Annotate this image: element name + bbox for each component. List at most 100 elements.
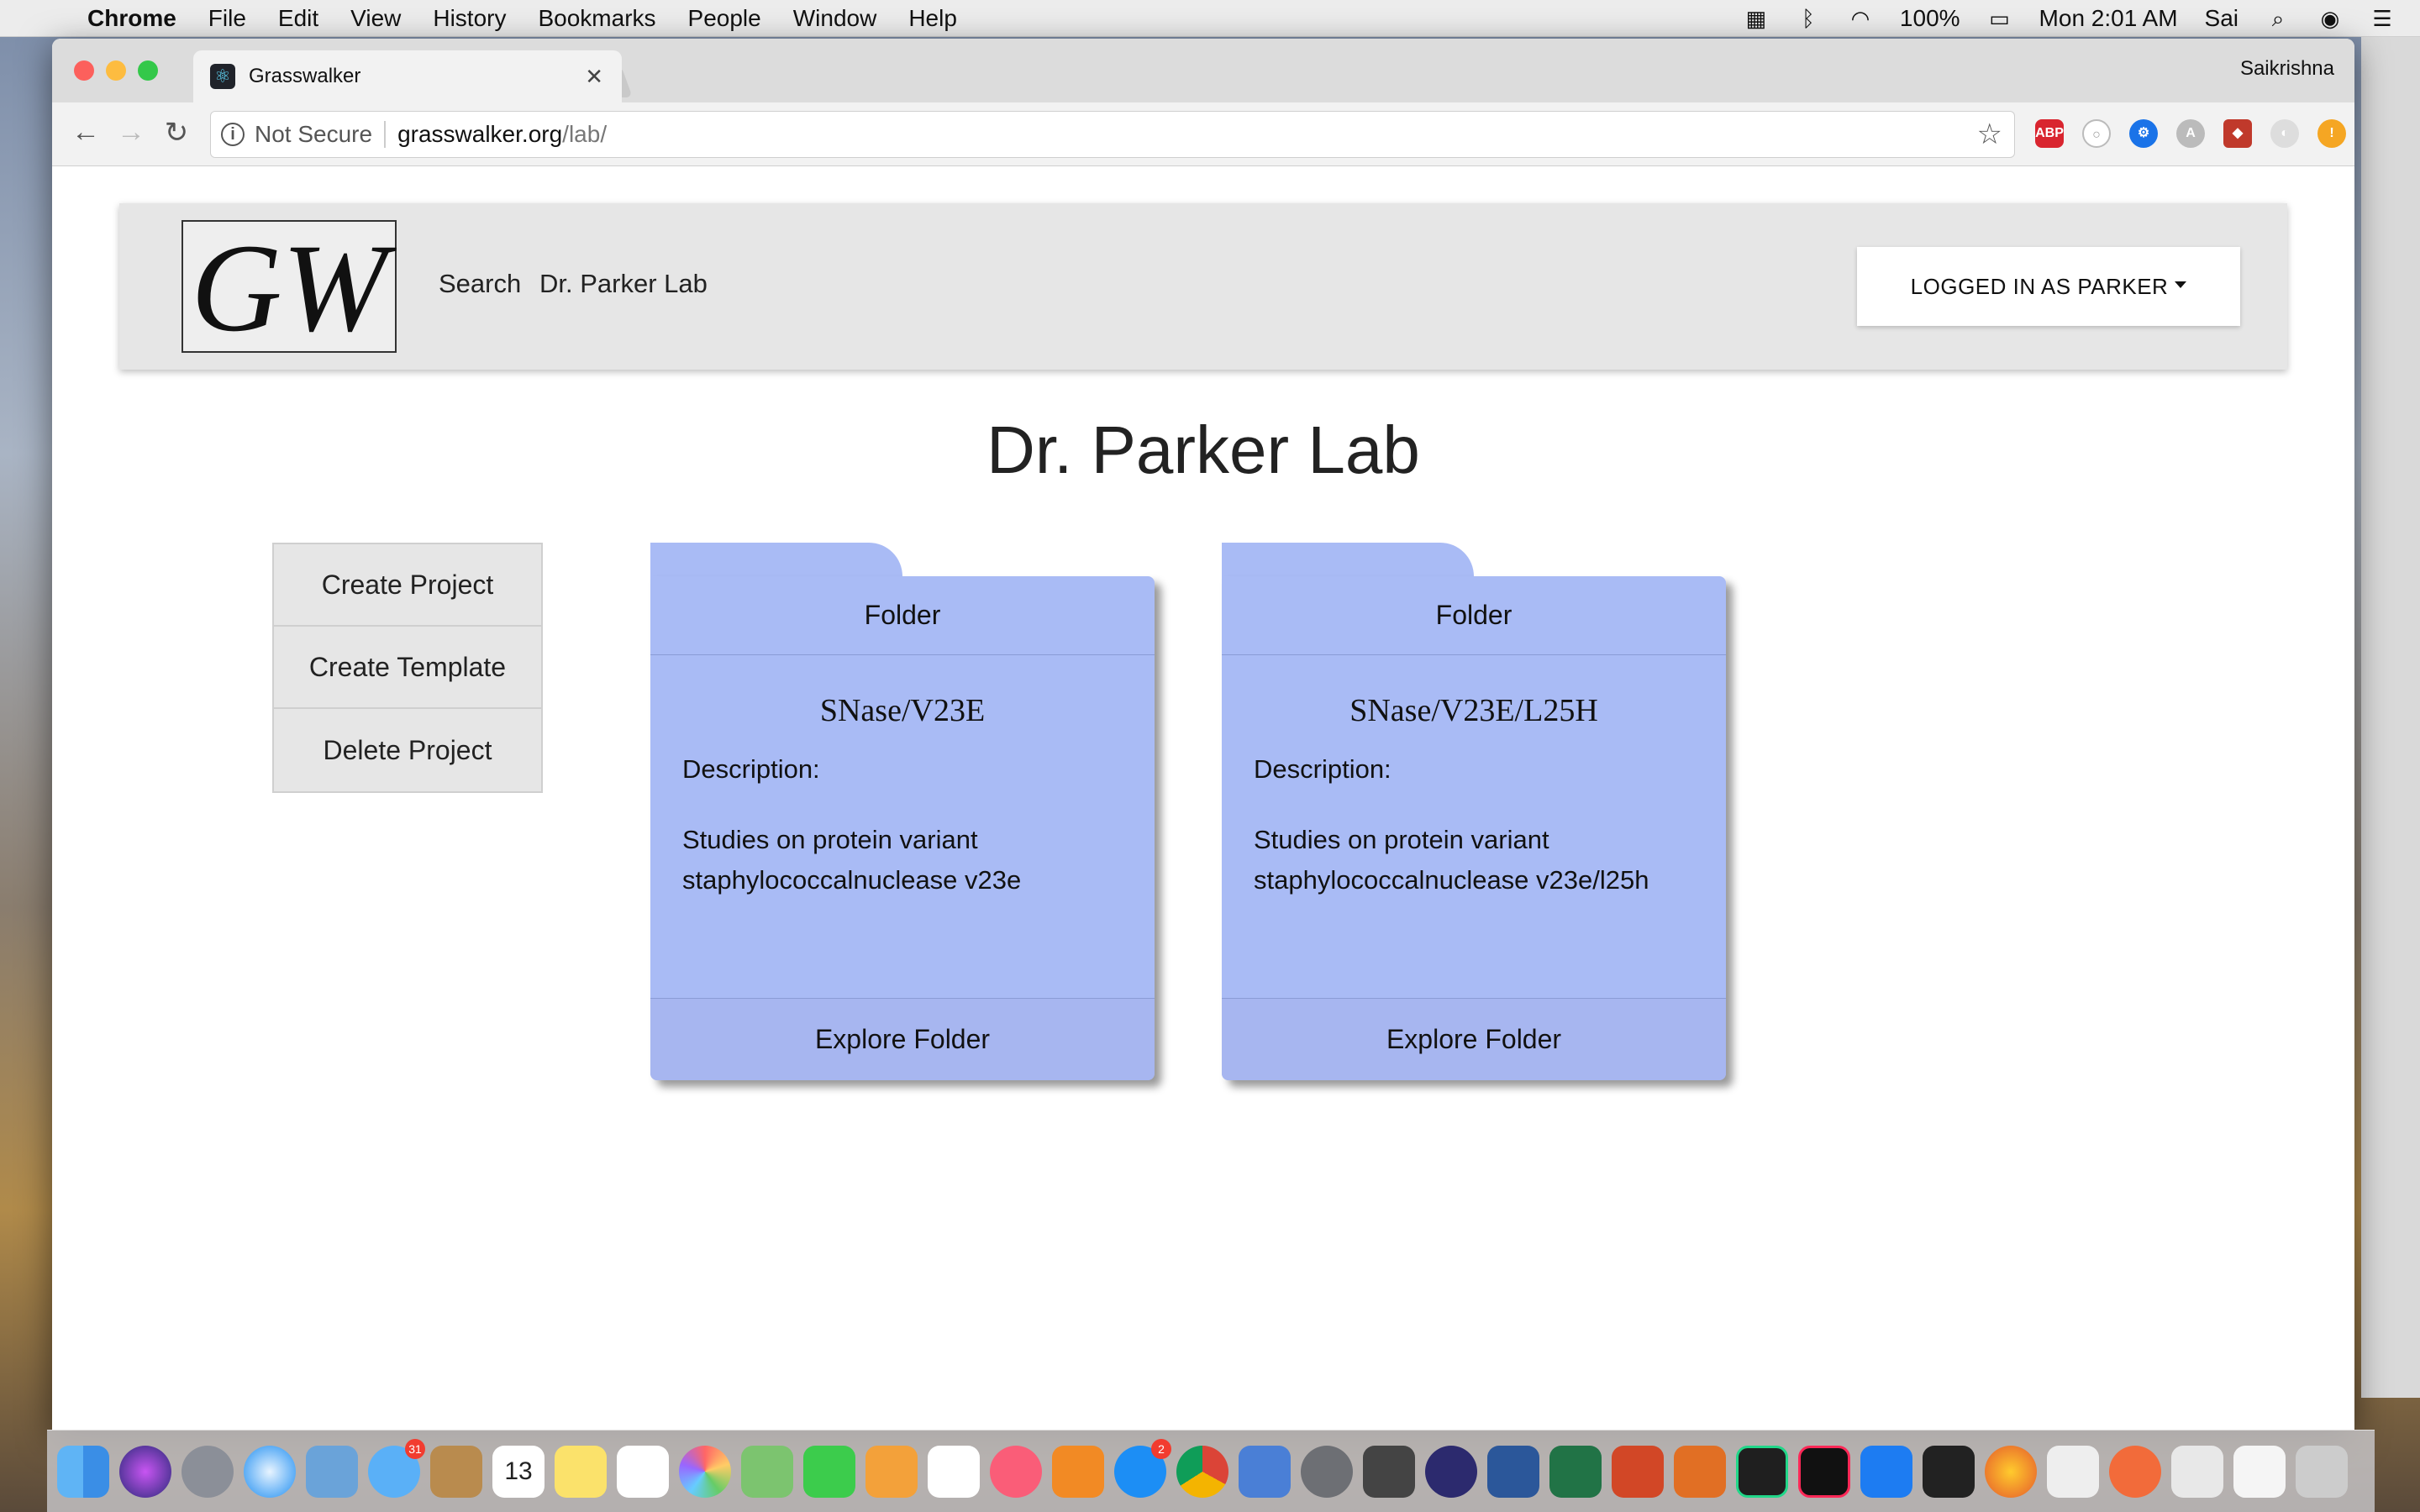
reminders-icon[interactable] bbox=[617, 1445, 669, 1498]
menu-bar: Chrome File Edit View History Bookmarks … bbox=[0, 0, 2420, 37]
spotlight-search-icon[interactable]: ⌕ bbox=[2265, 8, 2291, 29]
dock: 31 13 2 bbox=[47, 1430, 2375, 1512]
eclipse-icon[interactable] bbox=[1425, 1445, 1477, 1498]
document-icon[interactable] bbox=[2171, 1445, 2223, 1498]
calendar-icon[interactable]: 13 bbox=[492, 1445, 544, 1498]
battery-icon[interactable]: ▭ bbox=[1987, 8, 2012, 29]
finder-icon[interactable] bbox=[57, 1445, 109, 1498]
firefox-icon[interactable] bbox=[1985, 1445, 2037, 1498]
minimize-window-button[interactable] bbox=[106, 60, 126, 81]
description-label: Description: bbox=[682, 754, 820, 784]
menu-help[interactable]: Help bbox=[908, 5, 957, 32]
explore-folder-button[interactable]: Explore Folder bbox=[1222, 998, 1726, 1080]
docker-icon[interactable]: ▦ bbox=[1744, 8, 1769, 29]
browser-window-thumbnail-icon[interactable] bbox=[2233, 1445, 2286, 1498]
battery-percent: 100% bbox=[1899, 5, 1960, 31]
matlab-icon[interactable] bbox=[1674, 1445, 1726, 1498]
menu-app-name[interactable]: Chrome bbox=[87, 5, 176, 32]
zoom-window-button[interactable] bbox=[138, 60, 158, 81]
bluetooth-icon[interactable]: ᛒ bbox=[1796, 8, 1821, 29]
url-host[interactable]: grasswalker.org bbox=[397, 121, 562, 148]
itunes-icon[interactable] bbox=[990, 1445, 1042, 1498]
photo-booth-icon[interactable] bbox=[1363, 1445, 1415, 1498]
notes-icon[interactable] bbox=[555, 1445, 607, 1498]
background-window bbox=[2361, 37, 2420, 1398]
image-extension-icon[interactable]: ◆ bbox=[2223, 119, 2252, 148]
profile-name[interactable]: Saikrishna bbox=[2240, 57, 2334, 81]
adblock-extension-icon[interactable]: ABP bbox=[2035, 119, 2064, 148]
powerpoint-icon[interactable] bbox=[1612, 1445, 1664, 1498]
gear-extension-icon[interactable]: ⚙ bbox=[2129, 119, 2158, 148]
info-icon[interactable]: i bbox=[221, 123, 245, 146]
security-label[interactable]: Not Secure bbox=[255, 121, 372, 148]
angular-extension-icon[interactable]: A bbox=[2176, 119, 2205, 148]
logged-in-dropdown-button[interactable]: LOGGED IN AS PARKER bbox=[1857, 247, 2240, 326]
close-tab-icon[interactable]: ✕ bbox=[585, 64, 603, 90]
description-label: Description: bbox=[1254, 754, 1392, 784]
menubar-clock[interactable]: Mon 2:01 AM bbox=[2039, 5, 2178, 32]
excel-icon[interactable] bbox=[1549, 1445, 1602, 1498]
intellij-icon[interactable] bbox=[1798, 1445, 1850, 1498]
sketch-icon[interactable] bbox=[2109, 1445, 2161, 1498]
xcode-icon[interactable] bbox=[1860, 1445, 1912, 1498]
maps-icon[interactable] bbox=[741, 1445, 793, 1498]
bookmark-star-icon[interactable]: ☆ bbox=[1977, 118, 2002, 151]
menu-history[interactable]: History bbox=[433, 5, 506, 32]
menu-view[interactable]: View bbox=[350, 5, 401, 32]
menu-window[interactable]: Window bbox=[793, 5, 877, 32]
browser-tab[interactable]: ⚛ Grasswalker ✕ bbox=[193, 50, 622, 102]
toggle-extension-icon[interactable]: ◐ bbox=[2270, 119, 2299, 148]
menu-file[interactable]: File bbox=[208, 5, 246, 32]
contacts-icon[interactable] bbox=[430, 1445, 482, 1498]
menu-people[interactable]: People bbox=[688, 5, 761, 32]
create-project-button[interactable]: Create Project bbox=[274, 544, 541, 627]
back-arrow-icon[interactable]: ← bbox=[67, 116, 104, 149]
wifi-icon[interactable]: ◠ bbox=[1848, 8, 1873, 29]
menubar-user[interactable]: Sai bbox=[2205, 5, 2238, 32]
ibooks-icon[interactable] bbox=[1052, 1445, 1104, 1498]
keynote-icon[interactable] bbox=[1239, 1445, 1291, 1498]
react-favicon-icon: ⚛ bbox=[210, 64, 235, 89]
safari-icon[interactable] bbox=[244, 1445, 296, 1498]
launchpad-icon[interactable] bbox=[182, 1445, 234, 1498]
textedit-icon[interactable] bbox=[2047, 1445, 2099, 1498]
preview-icon[interactable] bbox=[306, 1445, 358, 1498]
photos-icon[interactable] bbox=[679, 1445, 731, 1498]
app-store-badge: 2 bbox=[1151, 1438, 1171, 1459]
calendar-day: 13 bbox=[504, 1457, 533, 1485]
siri-dock-icon[interactable] bbox=[119, 1445, 171, 1498]
folder-name: SNase/V23E/L25H bbox=[1349, 693, 1598, 728]
trash-icon[interactable] bbox=[2296, 1445, 2348, 1498]
create-template-button[interactable]: Create Template bbox=[274, 627, 541, 709]
word-icon[interactable] bbox=[1487, 1445, 1539, 1498]
menu-bookmarks[interactable]: Bookmarks bbox=[538, 5, 655, 32]
terminal-icon[interactable] bbox=[1923, 1445, 1975, 1498]
nav-search-link[interactable]: Search bbox=[439, 269, 521, 299]
url-path[interactable]: /lab/ bbox=[562, 121, 607, 148]
numbers-icon[interactable] bbox=[928, 1445, 980, 1498]
siri-icon[interactable]: ◉ bbox=[2317, 8, 2343, 29]
notification-center-icon[interactable]: ☰ bbox=[2370, 8, 2395, 29]
address-separator bbox=[384, 121, 387, 148]
menu-edit[interactable]: Edit bbox=[278, 5, 318, 32]
app-store-icon[interactable]: 2 bbox=[1114, 1438, 1171, 1498]
facetime-icon[interactable] bbox=[803, 1445, 855, 1498]
extension-circle-icon[interactable]: ○ bbox=[2082, 119, 2111, 148]
pages-icon[interactable] bbox=[865, 1445, 918, 1498]
tab-bar: ⚛ Grasswalker ✕ Saikrishna bbox=[52, 39, 2354, 102]
reload-icon[interactable]: ↻ bbox=[158, 116, 195, 150]
pycharm-icon[interactable] bbox=[1736, 1445, 1788, 1498]
explore-folder-button[interactable]: Explore Folder bbox=[650, 998, 1155, 1080]
system-preferences-icon[interactable] bbox=[1301, 1445, 1353, 1498]
chrome-dock-icon[interactable] bbox=[1176, 1445, 1228, 1498]
warning-extension-icon[interactable]: ! bbox=[2317, 119, 2346, 148]
gw-logo[interactable]: GW bbox=[182, 220, 397, 354]
nav-lab-link[interactable]: Dr. Parker Lab bbox=[539, 269, 708, 299]
forward-arrow-icon[interactable]: → bbox=[113, 116, 150, 149]
delete-project-button[interactable]: Delete Project bbox=[274, 709, 541, 791]
messages-icon[interactable]: 31 bbox=[368, 1438, 425, 1498]
address-bar[interactable]: i Not Secure grasswalker.org /lab/ ☆ bbox=[210, 111, 2015, 158]
close-window-button[interactable] bbox=[74, 60, 94, 81]
site-header: GW Search Dr. Parker Lab LOGGED IN AS PA… bbox=[119, 203, 2287, 370]
tab-title: Grasswalker bbox=[249, 65, 361, 87]
